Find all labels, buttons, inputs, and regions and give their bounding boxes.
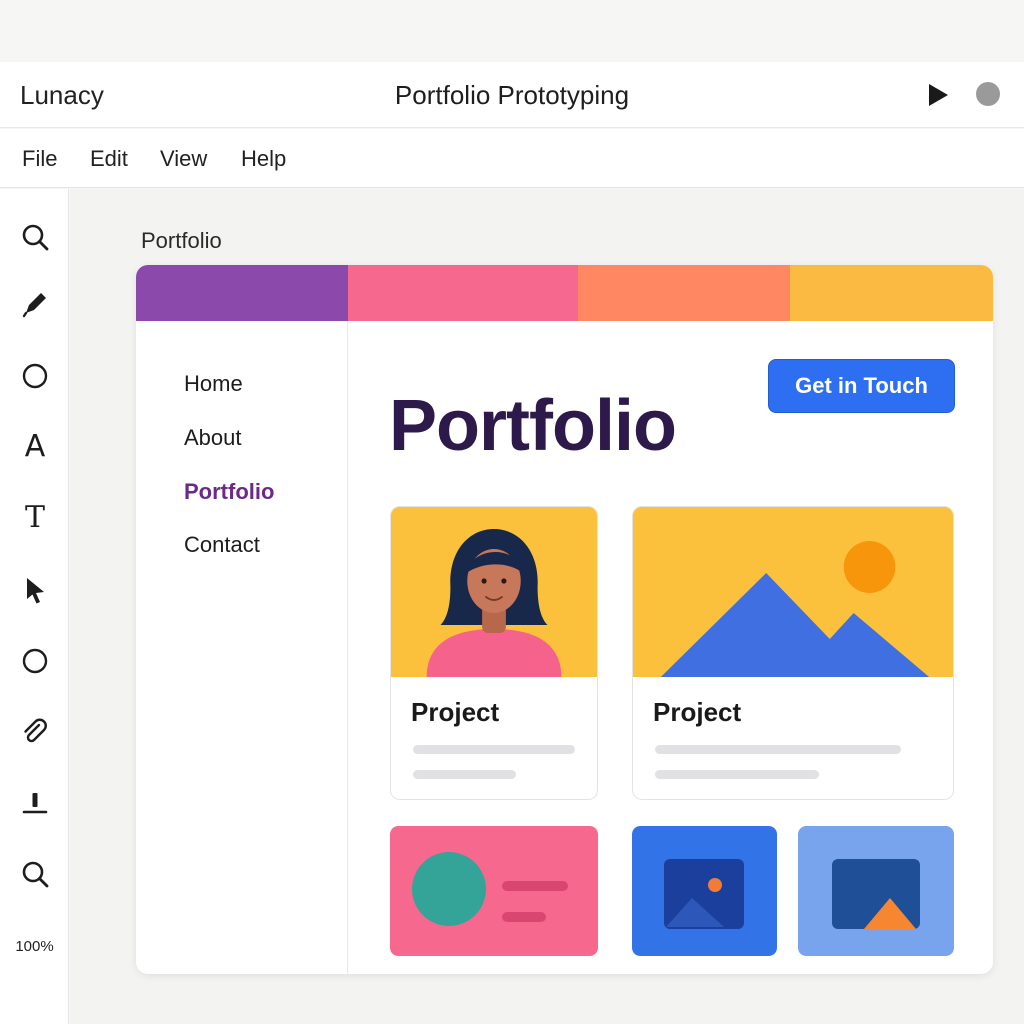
play-icon[interactable] <box>924 80 952 110</box>
project-title: Project <box>653 697 742 727</box>
mountain-sun-image <box>633 507 953 677</box>
get-in-touch-button[interactable]: Get in Touch <box>768 359 955 413</box>
title-bar: Lunacy Portfolio Prototyping <box>0 62 1024 128</box>
upload-icon[interactable] <box>17 785 53 821</box>
person-avatar-image <box>391 507 597 677</box>
zoom-level[interactable]: 100% <box>0 938 69 955</box>
nav-portfolio[interactable]: Portfolio <box>184 479 274 505</box>
pointer-icon[interactable] <box>17 572 53 608</box>
portfolio-artboard[interactable]: Home About Portfolio Contact Portfolio G… <box>136 265 993 974</box>
tool-sidebar: A T <box>0 189 69 1024</box>
color-band-purple <box>136 265 348 321</box>
color-band-yellow <box>790 265 993 321</box>
search-icon[interactable] <box>17 219 53 255</box>
placeholder-line <box>655 745 901 754</box>
project-card[interactable]: Project <box>390 506 598 800</box>
nav-about[interactable]: About <box>184 425 242 451</box>
placeholder-line <box>655 770 819 779</box>
placeholder-line <box>413 745 575 754</box>
menu-view[interactable]: View <box>160 146 207 172</box>
circle-icon[interactable] <box>17 643 53 679</box>
menu-edit[interactable]: Edit <box>90 146 128 172</box>
project-card[interactable]: Project <box>632 506 954 800</box>
text-a-icon[interactable]: A <box>17 428 53 464</box>
zoom-icon[interactable] <box>17 856 53 892</box>
text-a-glyph: A <box>24 428 46 464</box>
placeholder-line <box>413 770 516 779</box>
nav-home[interactable]: Home <box>184 371 243 397</box>
ellipse-icon[interactable] <box>17 358 53 394</box>
color-band-pink <box>348 265 578 321</box>
frame-label[interactable]: Portfolio <box>141 228 222 254</box>
color-band-orange <box>578 265 790 321</box>
menu-bar: File Edit View Help <box>0 129 1024 188</box>
paperclip-icon[interactable] <box>17 714 53 750</box>
window-top-strip <box>0 0 1024 62</box>
text-t-glyph: T <box>24 499 45 535</box>
image-placeholder-tile[interactable] <box>632 826 777 956</box>
hero-title: Portfolio <box>389 386 677 466</box>
pen-icon[interactable] <box>17 286 53 322</box>
menu-help[interactable]: Help <box>241 146 286 172</box>
document-title: Portfolio Prototyping <box>394 80 630 110</box>
project-title: Project <box>411 697 500 727</box>
record-dot-icon[interactable] <box>976 82 1000 106</box>
image-placeholder-tile[interactable] <box>798 826 954 956</box>
nav-contact[interactable]: Contact <box>184 532 260 558</box>
menu-file[interactable]: File <box>22 146 57 172</box>
sidebar-divider <box>347 321 348 974</box>
text-t-icon[interactable]: T <box>17 499 53 535</box>
profile-card-tile[interactable] <box>390 826 598 956</box>
